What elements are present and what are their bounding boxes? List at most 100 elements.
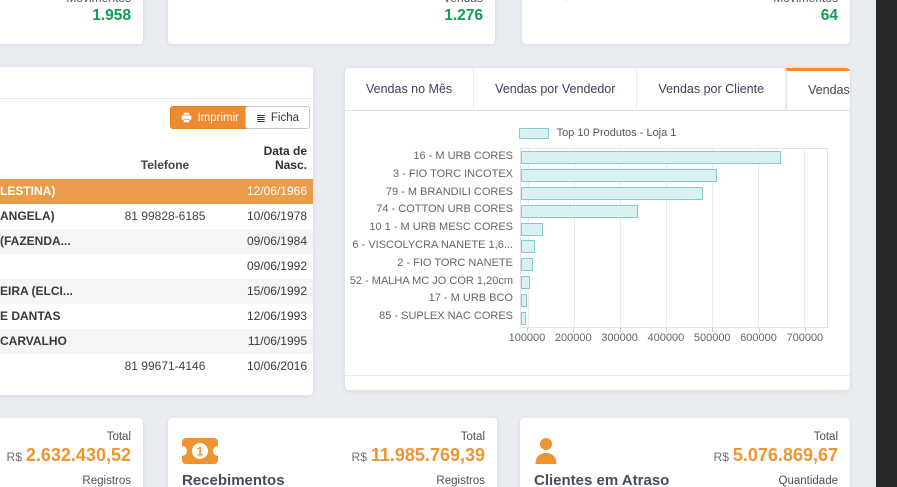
customer-row[interactable]: E DANTAS12/06/1993 xyxy=(0,304,313,329)
customers-table-header: Telefone Data de Nasc. xyxy=(0,147,313,179)
bar xyxy=(521,151,781,164)
stat-card-total-1: Total R$ 2.632.430,52 Registros xyxy=(0,418,143,487)
axis-tick-label: 400000 xyxy=(648,332,685,344)
customer-row[interactable]: LESTINA) 12/06/1966 xyxy=(0,179,313,204)
bar-row xyxy=(521,256,827,274)
bar-label: 74 - COTTON URB CORES xyxy=(345,201,520,219)
bar-label: 3 - FIO TORC INCOTEX xyxy=(345,166,520,184)
bar-row xyxy=(521,238,827,256)
bar-label: 79 - M BRANDILI CORES xyxy=(345,184,520,202)
stat-total-label: Total xyxy=(714,431,838,443)
bar xyxy=(521,187,703,200)
list-icon: ≣ xyxy=(256,112,266,124)
svg-text:1: 1 xyxy=(197,445,204,459)
customer-name xyxy=(0,254,95,279)
sales-tabbar: Vendas no MêsVendas por VendedorVendas p… xyxy=(345,68,850,111)
customers-panel: Imprimir ≣ Ficha Telefone Data de Nasc. … xyxy=(0,67,313,395)
bar xyxy=(521,276,530,289)
tab-vendas-por-vendedor[interactable]: Vendas por Vendedor xyxy=(474,68,637,110)
printer-icon xyxy=(181,112,192,123)
customer-name: (FAZENDA... xyxy=(0,229,95,254)
bar-row xyxy=(521,167,827,185)
customer-phone xyxy=(95,329,235,354)
customer-birthdate: 11/06/1995 xyxy=(235,329,313,354)
summary-value: 1.958 xyxy=(66,7,131,24)
bar xyxy=(521,240,535,253)
bar-label: 10 1 - M URB MESC CORES xyxy=(345,219,520,237)
customer-phone xyxy=(95,229,235,254)
customer-row[interactable]: 09/06/1992 xyxy=(0,254,313,279)
customer-row[interactable]: EIRA (ELCI... 15/06/1992 xyxy=(0,279,313,304)
stat-footer-label: Registros xyxy=(7,475,131,487)
customer-phone: 81 99671-4146 xyxy=(95,354,235,379)
summary-value: 1.276 xyxy=(443,7,483,24)
top-products-chart: 16 - M URB CORES3 - FIO TORC INCOTEX79 -… xyxy=(345,148,850,328)
customer-row[interactable]: (FAZENDA... 09/06/1984 xyxy=(0,229,313,254)
bar-label: 6 - VISCOLYCRA NANETE 1,6... xyxy=(345,237,520,255)
customer-birthdate: 12/06/1966 xyxy=(235,179,313,204)
customer-phone xyxy=(95,254,235,279)
customers-table-body: LESTINA) 12/06/1966ANGELA)81 99828-618510… xyxy=(0,179,313,379)
customer-birthdate: 15/06/1992 xyxy=(235,279,313,304)
sales-panel-footer xyxy=(345,375,850,390)
column-header-telefone: Telefone xyxy=(95,158,235,172)
axis-tick-label: 700000 xyxy=(786,332,823,344)
bar-row xyxy=(521,274,827,292)
axis-tick-label: 600000 xyxy=(740,332,777,344)
bar xyxy=(521,169,717,182)
tab-vendas-por-cliente[interactable]: Vendas por Cliente xyxy=(637,68,786,110)
customer-phone xyxy=(95,279,235,304)
bar-label: 2 - FIO TORC NANETE xyxy=(345,255,520,273)
customer-birthdate: 09/06/1984 xyxy=(235,229,313,254)
sales-panel: Vendas no MêsVendas por VendedorVendas p… xyxy=(345,68,850,390)
bar-label: 16 - M URB CORES xyxy=(345,148,520,166)
bar-row xyxy=(521,220,827,238)
bar-label: 17 - M URB BCO xyxy=(345,290,520,308)
axis-tick-label: 200000 xyxy=(555,332,592,344)
summary-card-movimentos-loja1: Movimentos 1.958 xyxy=(0,0,143,44)
window-edge-strip xyxy=(876,0,897,487)
summary-label: Movimentos xyxy=(66,0,131,5)
summary-label: Vendas xyxy=(443,0,483,5)
summary-label: Movimentos xyxy=(773,0,838,5)
stat-card-recebimentos: 1 Recebimentos Total R$11.985.769,39 Reg… xyxy=(168,418,497,487)
chart-legend: Top 10 Produtos - Loja 1 xyxy=(345,127,850,139)
customer-row[interactable]: CARVALHO11/06/1995 xyxy=(0,329,313,354)
print-button[interactable]: Imprimir xyxy=(170,106,250,129)
print-button-label: Imprimir xyxy=(197,112,239,124)
customers-toolbar: Imprimir ≣ Ficha xyxy=(0,99,313,147)
customer-phone: 81 99828-6185 xyxy=(95,204,235,229)
summary-card-vendas: Vendas 1.276 xyxy=(168,0,495,44)
legend-label: Top 10 Produtos - Loja 1 xyxy=(557,127,677,139)
chart-plot-area xyxy=(520,148,828,328)
currency-prefix: R$ xyxy=(7,450,22,464)
stat-total-label: Total xyxy=(7,431,131,443)
customer-row[interactable]: 81 99671-414610/06/2016 xyxy=(0,354,313,379)
column-header-data-nasc: Data de Nasc. xyxy=(235,144,313,172)
customer-name: E DANTAS xyxy=(0,304,95,329)
stat-card-title: Clientes em Atraso xyxy=(534,472,669,487)
customer-row[interactable]: ANGELA)81 99828-618510/06/1978 xyxy=(0,204,313,229)
summary-value: 64 xyxy=(773,7,838,24)
stat-amount: 2.632.430,52 xyxy=(26,445,131,465)
bar xyxy=(521,312,526,325)
tab-vendas-no-m-s[interactable]: Vendas no Mês xyxy=(345,68,474,110)
tab-vendas-por-produto[interactable]: Vendas por Produto xyxy=(786,68,850,111)
stat-footer-label: Registros xyxy=(352,475,485,487)
currency-prefix: R$ xyxy=(714,450,729,464)
axis-tick-label: 300000 xyxy=(601,332,638,344)
bar-row xyxy=(521,202,827,220)
ficha-button[interactable]: ≣ Ficha xyxy=(245,106,310,129)
bar-row xyxy=(521,149,827,167)
stat-total-label: Total xyxy=(352,431,485,443)
bar xyxy=(521,205,638,218)
customer-name: EIRA (ELCI... xyxy=(0,279,95,304)
customer-name xyxy=(0,354,95,379)
bar-label: 85 - SUPLEX NAC CORES xyxy=(345,308,520,326)
bar-row xyxy=(521,185,827,203)
customer-phone xyxy=(95,304,235,329)
customer-name: LESTINA) xyxy=(0,179,95,204)
customer-name: ANGELA) xyxy=(0,204,95,229)
stat-card-title: Recebimentos xyxy=(182,472,285,487)
customer-phone xyxy=(95,179,235,204)
